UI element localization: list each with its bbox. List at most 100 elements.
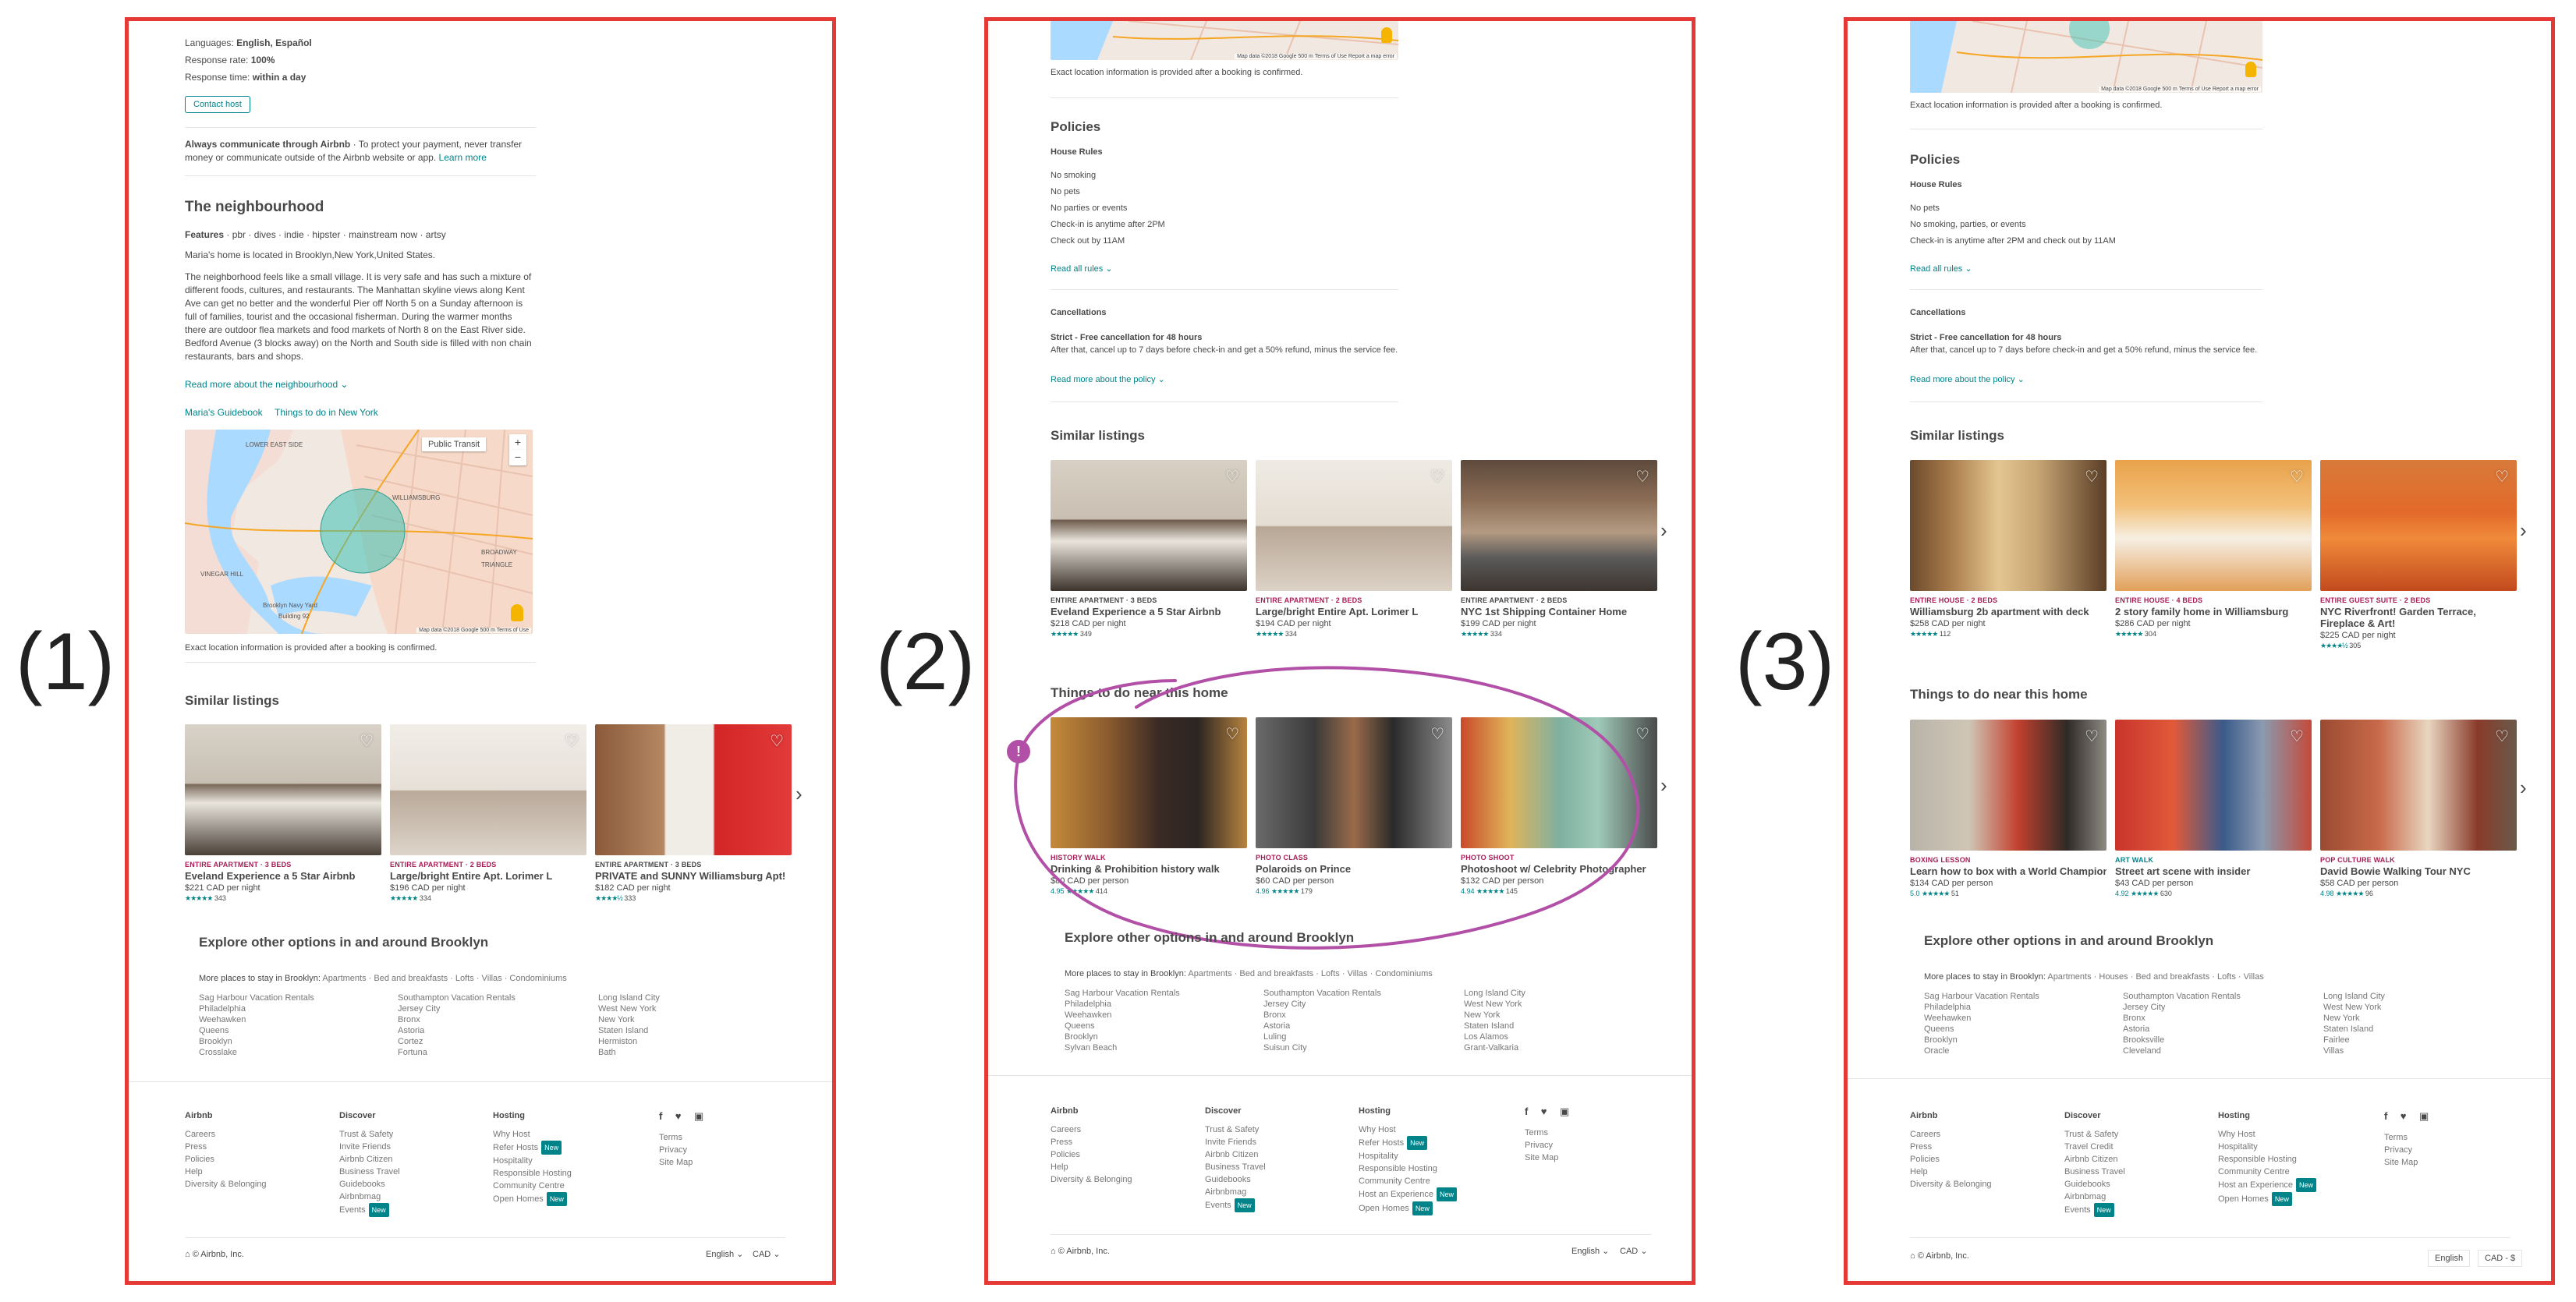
footer-link[interactable]: Invite Friends [339, 1141, 400, 1153]
footer-link[interactable]: Policies [185, 1153, 267, 1166]
city-link[interactable]: Long Island City [598, 992, 660, 1003]
footer-link[interactable]: Trust & Safety [339, 1128, 400, 1141]
footer-link[interactable]: Why Host [493, 1128, 572, 1141]
city-link[interactable]: Astoria [2123, 1024, 2241, 1035]
experience-card[interactable]: ♡ PHOTO CLASS Polaroids on Prince $60 CA… [1256, 717, 1452, 896]
city-link[interactable]: Bath [598, 1047, 660, 1058]
read-policy-link[interactable]: Read more about the policy ⌄ [1910, 373, 2025, 386]
footer-link[interactable]: Refer Hosts New [1359, 1136, 1457, 1150]
city-link[interactable]: Astoria [1263, 1021, 1381, 1031]
city-link[interactable]: Jersey City [1263, 999, 1381, 1010]
guidebook-link[interactable]: Maria's Guidebook [185, 406, 263, 419]
city-link[interactable]: Queens [1924, 1024, 2039, 1035]
footer-link[interactable]: Press [1910, 1141, 1992, 1153]
read-more-neighbourhood-link[interactable]: Read more about the neighbourhood ⌄ [185, 378, 349, 391]
currency-select[interactable]: CAD ⌄ [753, 1248, 781, 1261]
public-transit-button[interactable]: Public Transit [422, 437, 487, 451]
experience-card[interactable]: ♡ ART WALK Street art scene with insider… [2115, 720, 2312, 898]
footer-link[interactable]: Policies [1051, 1148, 1132, 1161]
footer-link[interactable]: Host an Experience New [1359, 1187, 1458, 1201]
footer-link[interactable]: Host an Experience New [2218, 1178, 2317, 1192]
city-link[interactable]: Bronx [398, 1014, 516, 1025]
footer-link[interactable]: Airbnb Citizen [1205, 1148, 1266, 1161]
chevron-right-icon[interactable]: › [2520, 776, 2527, 800]
city-link[interactable]: Weehawken [1924, 1013, 2039, 1024]
footer-link[interactable]: Guidebooks [2064, 1178, 2125, 1191]
experience-card[interactable]: ♡ HISTORY WALK Drinking & Prohibition hi… [1051, 717, 1247, 896]
listing-card[interactable]: ♡ ENTIRE APARTMENT · 3 BEDS PRIVATE and … [595, 724, 792, 903]
facebook-icon[interactable]: f [659, 1110, 662, 1122]
city-link[interactable]: Jersey City [2123, 1002, 2241, 1013]
footer-link[interactable]: Events New [339, 1203, 400, 1217]
listing-card[interactable]: ♡ ENTIRE APARTMENT · 2 BEDS NYC 1st Ship… [1461, 460, 1657, 639]
footer-link[interactable]: Diversity & Belonging [185, 1178, 267, 1191]
chevron-right-icon[interactable]: › [795, 782, 803, 806]
footer-link[interactable]: Terms [1525, 1127, 1558, 1139]
footer-link[interactable]: Hospitality [493, 1155, 572, 1167]
city-link[interactable]: Queens [1065, 1021, 1180, 1031]
footer-link[interactable]: Hospitality [2218, 1141, 2316, 1153]
listing-card[interactable]: ♡ ENTIRE HOUSE · 4 BEDS 2 story family h… [2115, 460, 2312, 639]
location-map[interactable]: Map data ©2018 Google 500 m Terms of Use… [1910, 21, 2262, 93]
heart-icon[interactable]: ♡ [2290, 467, 2304, 486]
footer-link[interactable]: Help [1051, 1161, 1132, 1173]
footer-link[interactable]: Careers [1910, 1128, 1992, 1141]
contact-host-button[interactable]: Contact host [185, 96, 250, 113]
footer-link[interactable]: Careers [1051, 1123, 1132, 1136]
footer-link[interactable]: Privacy [659, 1144, 693, 1156]
city-link[interactable]: Villas [2323, 1045, 2385, 1056]
city-link[interactable]: Philadelphia [1065, 999, 1180, 1010]
experience-card[interactable]: ♡ PHOTO SHOOT Photoshoot w/ Celebrity Ph… [1461, 717, 1657, 896]
language-select[interactable]: English ⌄ [706, 1248, 743, 1261]
location-map[interactable]: Map data ©2018 Google 500 m Terms of Use… [1051, 21, 1398, 60]
footer-link[interactable]: Press [1051, 1136, 1132, 1148]
footer-link[interactable]: Airbnb Citizen [2064, 1153, 2125, 1166]
city-link[interactable]: Southampton Vacation Rentals [398, 992, 516, 1003]
footer-link[interactable]: Careers [185, 1128, 267, 1141]
footer-link[interactable]: Responsible Hosting [493, 1167, 572, 1180]
experience-card[interactable]: ♡ BOXING LESSON Learn how to box with a … [1910, 720, 2107, 898]
footer-link[interactable]: Events New [1205, 1198, 1266, 1212]
footer-link[interactable]: Open Homes New [2218, 1192, 2316, 1206]
heart-icon[interactable]: ♡ [360, 731, 374, 751]
footer-link[interactable]: Site Map [2384, 1156, 2418, 1169]
heart-icon[interactable]: ♡ [2290, 727, 2304, 746]
heart-icon[interactable]: ♡ [565, 731, 579, 751]
footer-link[interactable]: Help [185, 1166, 267, 1178]
city-link[interactable]: Suisun City [1263, 1042, 1381, 1053]
currency-select[interactable]: CAD ⌄ [1620, 1245, 1648, 1258]
footer-link[interactable]: Help [1910, 1166, 1992, 1178]
heart-icon[interactable]: ♡ [2495, 727, 2509, 746]
city-link[interactable]: Sylvan Beach [1065, 1042, 1180, 1053]
footer-link[interactable]: Responsible Hosting [1359, 1162, 1457, 1175]
city-link[interactable]: New York [598, 1014, 660, 1025]
heart-icon[interactable]: ♡ [2085, 727, 2099, 746]
city-link[interactable]: Long Island City [2323, 991, 2385, 1002]
city-link[interactable]: Queens [199, 1025, 314, 1036]
city-link[interactable]: West New York [598, 1003, 660, 1014]
currency-select[interactable]: CAD - $ [2478, 1250, 2523, 1267]
footer-link[interactable]: Airbnbmag [1205, 1186, 1266, 1198]
neighbourhood-map[interactable]: LOWER EAST SIDE WILLIAMSBURG VINEGAR HIL… [185, 430, 533, 634]
footer-link[interactable]: Open Homes New [493, 1192, 572, 1206]
city-link[interactable]: Sag Harbour Vacation Rentals [1924, 991, 2039, 1002]
heart-icon[interactable]: ♡ [1225, 724, 1239, 744]
pegman-icon[interactable] [1381, 27, 1392, 43]
footer-link[interactable]: Diversity & Belonging [1910, 1178, 1992, 1191]
footer-link[interactable]: Refer Hosts New [493, 1141, 572, 1155]
footer-link[interactable]: Privacy [1525, 1139, 1558, 1152]
city-link[interactable]: Brooklyn [1065, 1031, 1180, 1042]
footer-link[interactable]: Invite Friends [1205, 1136, 1266, 1148]
city-link[interactable]: Los Alamos [1464, 1031, 1525, 1042]
footer-link[interactable]: Diversity & Belonging [1051, 1173, 1132, 1186]
heart-icon[interactable]: ♡ [1430, 724, 1444, 744]
zoom-in-button[interactable]: + [509, 434, 526, 450]
footer-link[interactable]: Guidebooks [339, 1178, 400, 1191]
language-select[interactable]: English [2428, 1250, 2471, 1267]
footer-link[interactable]: Guidebooks [1205, 1173, 1266, 1186]
chevron-right-icon[interactable]: › [1660, 773, 1667, 798]
twitter-icon[interactable]: ♥ [2401, 1110, 2407, 1122]
heart-icon[interactable]: ♡ [2495, 467, 2509, 486]
city-link[interactable]: Bronx [1263, 1010, 1381, 1021]
footer-link[interactable]: Business Travel [339, 1166, 400, 1178]
